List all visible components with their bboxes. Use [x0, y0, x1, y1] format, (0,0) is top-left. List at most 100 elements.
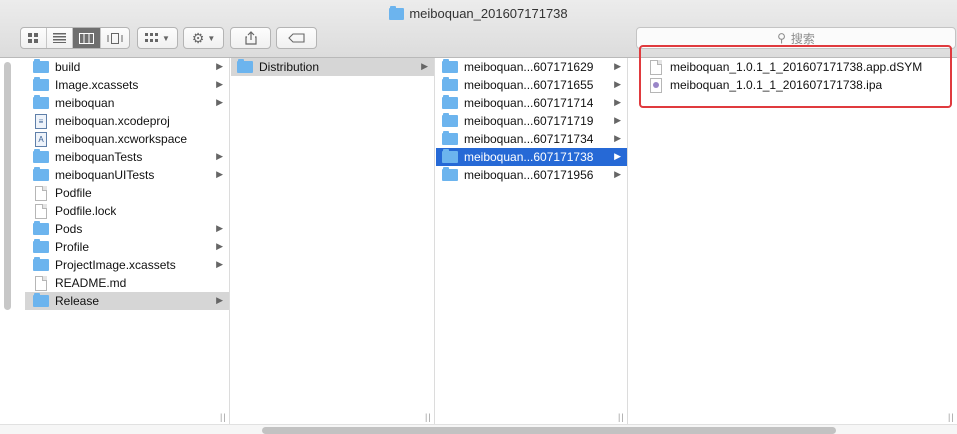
folder-row[interactable]: meiboquan...607171734 ▶	[436, 130, 627, 148]
file-row[interactable]: meiboquan_1.0.1_1_201607171738.ipa	[640, 76, 957, 94]
folder-icon	[442, 131, 458, 145]
item-name: ProjectImage.xcassets	[55, 258, 176, 272]
disclosure-arrow-icon: ▶	[216, 97, 223, 107]
disclosure-arrow-icon: ▶	[216, 259, 223, 269]
item-name: Podfile.lock	[55, 204, 117, 218]
folder-row[interactable]: meiboquan ▶	[25, 94, 229, 112]
arrange-button[interactable]: ▼	[138, 28, 177, 48]
folder-row[interactable]: meiboquan...607171719 ▶	[436, 112, 627, 130]
file-row[interactable]: README.md	[25, 274, 229, 292]
list-view-button[interactable]	[47, 28, 73, 48]
item-name: meiboquan...607171629	[464, 60, 594, 74]
icon-view-button[interactable]	[21, 28, 47, 48]
folder-row[interactable]: build ▶	[25, 58, 229, 76]
folder-row[interactable]: meiboquanTests ▶	[25, 148, 229, 166]
gear-icon: ⚙	[191, 29, 205, 46]
document-icon	[35, 185, 47, 201]
search-placeholder: 搜索	[790, 31, 815, 46]
search-field[interactable]: ⚲ 搜索	[636, 27, 956, 49]
disclosure-arrow-icon: ▶	[614, 61, 621, 71]
folder-row[interactable]: Pods ▶	[25, 220, 229, 238]
disclosure-arrow-icon: ▶	[614, 169, 621, 179]
search-icon: ⚲	[777, 31, 786, 45]
tag-icon	[287, 33, 305, 43]
folder-row[interactable]: Release ▶	[25, 292, 229, 310]
folder-row[interactable]: ProjectImage.xcassets ▶	[25, 256, 229, 274]
folder-icon	[33, 167, 49, 181]
item-name: meiboquan...607171734	[464, 132, 594, 146]
column-browser: build ▶ Image.xcassets ▶ meiboquan ▶ ≡ meiboqua…	[0, 58, 957, 424]
xcodeproj-icon: ≡	[35, 113, 47, 129]
item-name: meiboquanTests	[55, 150, 143, 164]
folder-icon	[33, 257, 49, 271]
coverflow-view-button[interactable]	[101, 28, 129, 48]
disclosure-arrow-icon: ▶	[216, 169, 223, 179]
disclosure-arrow-icon: ▶	[216, 79, 223, 89]
item-name: README.md	[55, 276, 127, 290]
column-view-button[interactable]	[73, 28, 101, 48]
file-row[interactable]: Podfile	[25, 184, 229, 202]
column-resize-handle[interactable]: ||	[948, 412, 955, 422]
disclosure-arrow-icon: ▶	[614, 151, 621, 161]
item-name: meiboquan.xcworkspace	[55, 132, 188, 146]
share-button[interactable]	[231, 28, 270, 48]
file-row[interactable]: meiboquan_1.0.1_1_201607171738.app.dSYM	[640, 58, 957, 76]
item-name: Podfile	[55, 186, 92, 200]
folder-icon	[237, 59, 253, 73]
view-switcher	[20, 27, 130, 49]
disclosure-arrow-icon: ▶	[216, 241, 223, 251]
folder-row[interactable]: meiboquanUITests ▶	[25, 166, 229, 184]
column-resize-handle[interactable]: ||	[618, 412, 625, 422]
disclosure-arrow-icon: ▶	[614, 97, 621, 107]
folder-icon	[442, 77, 458, 91]
folder-row[interactable]: Profile ▶	[25, 238, 229, 256]
folder-row[interactable]: meiboquan...607171714 ▶	[436, 94, 627, 112]
tag-button[interactable]	[277, 28, 316, 48]
icon-view-icon	[28, 32, 38, 43]
window-title-text: meiboquan_201607171738	[409, 6, 568, 21]
column-3: meiboquan...607171629 ▶ meiboquan...607171…	[436, 58, 628, 424]
folder-icon	[33, 221, 49, 235]
column-view-icon	[79, 32, 94, 44]
folder-icon	[33, 149, 49, 163]
action-button[interactable]: ⚙ ▼	[184, 28, 223, 48]
folder-icon	[33, 77, 49, 91]
item-name: meiboquan...607171719	[464, 114, 594, 128]
disclosure-arrow-icon: ▶	[216, 151, 223, 161]
folder-row[interactable]: meiboquan...607171738 ▶	[436, 148, 627, 166]
share-control	[230, 27, 271, 49]
document-icon	[650, 59, 662, 75]
coverflow-view-icon	[107, 32, 123, 44]
document-icon	[35, 203, 47, 219]
folder-row[interactable]: meiboquan...607171956 ▶	[436, 166, 627, 184]
folder-row[interactable]: meiboquan...607171629 ▶	[436, 58, 627, 76]
column-resize-handle[interactable]: ||	[425, 412, 432, 422]
horizontal-scrollbar[interactable]	[262, 427, 836, 434]
window-title: meiboquan_201607171738	[0, 5, 957, 21]
disclosure-arrow-icon: ▶	[614, 133, 621, 143]
item-name: meiboquan_1.0.1_1_201607171738.ipa	[670, 78, 883, 92]
column-resize-handle[interactable]: ||	[220, 412, 227, 422]
disclosure-arrow-icon: ▶	[216, 61, 223, 71]
share-icon	[244, 31, 257, 45]
tag-control	[276, 27, 317, 49]
vertical-scrollbar[interactable]	[4, 62, 11, 310]
item-name: Distribution	[259, 60, 320, 74]
item-name: meiboquan...607171738	[464, 150, 594, 164]
arrange-menu: ▼	[137, 27, 178, 49]
folder-row[interactable]: Distribution ▶	[231, 58, 434, 76]
file-row[interactable]: Podfile.lock	[25, 202, 229, 220]
disclosure-arrow-icon: ▶	[216, 223, 223, 233]
folder-row[interactable]: Image.xcassets ▶	[25, 76, 229, 94]
file-row[interactable]: ≡ meiboquan.xcodeproj	[25, 112, 229, 130]
column-4: meiboquan_1.0.1_1_201607171738.app.dSYMm…	[640, 58, 957, 424]
disclosure-arrow-icon: ▶	[614, 115, 621, 125]
folder-row[interactable]: meiboquan...607171655 ▶	[436, 76, 627, 94]
horizontal-scroll-area	[0, 424, 957, 434]
folder-icon	[442, 167, 458, 181]
chevron-down-icon: ▼	[207, 33, 216, 43]
folder-icon	[33, 293, 49, 307]
file-row[interactable]: Ameiboquan.xcworkspace	[25, 130, 229, 148]
item-name: meiboquan...607171655	[464, 78, 594, 92]
folder-icon	[33, 59, 49, 73]
